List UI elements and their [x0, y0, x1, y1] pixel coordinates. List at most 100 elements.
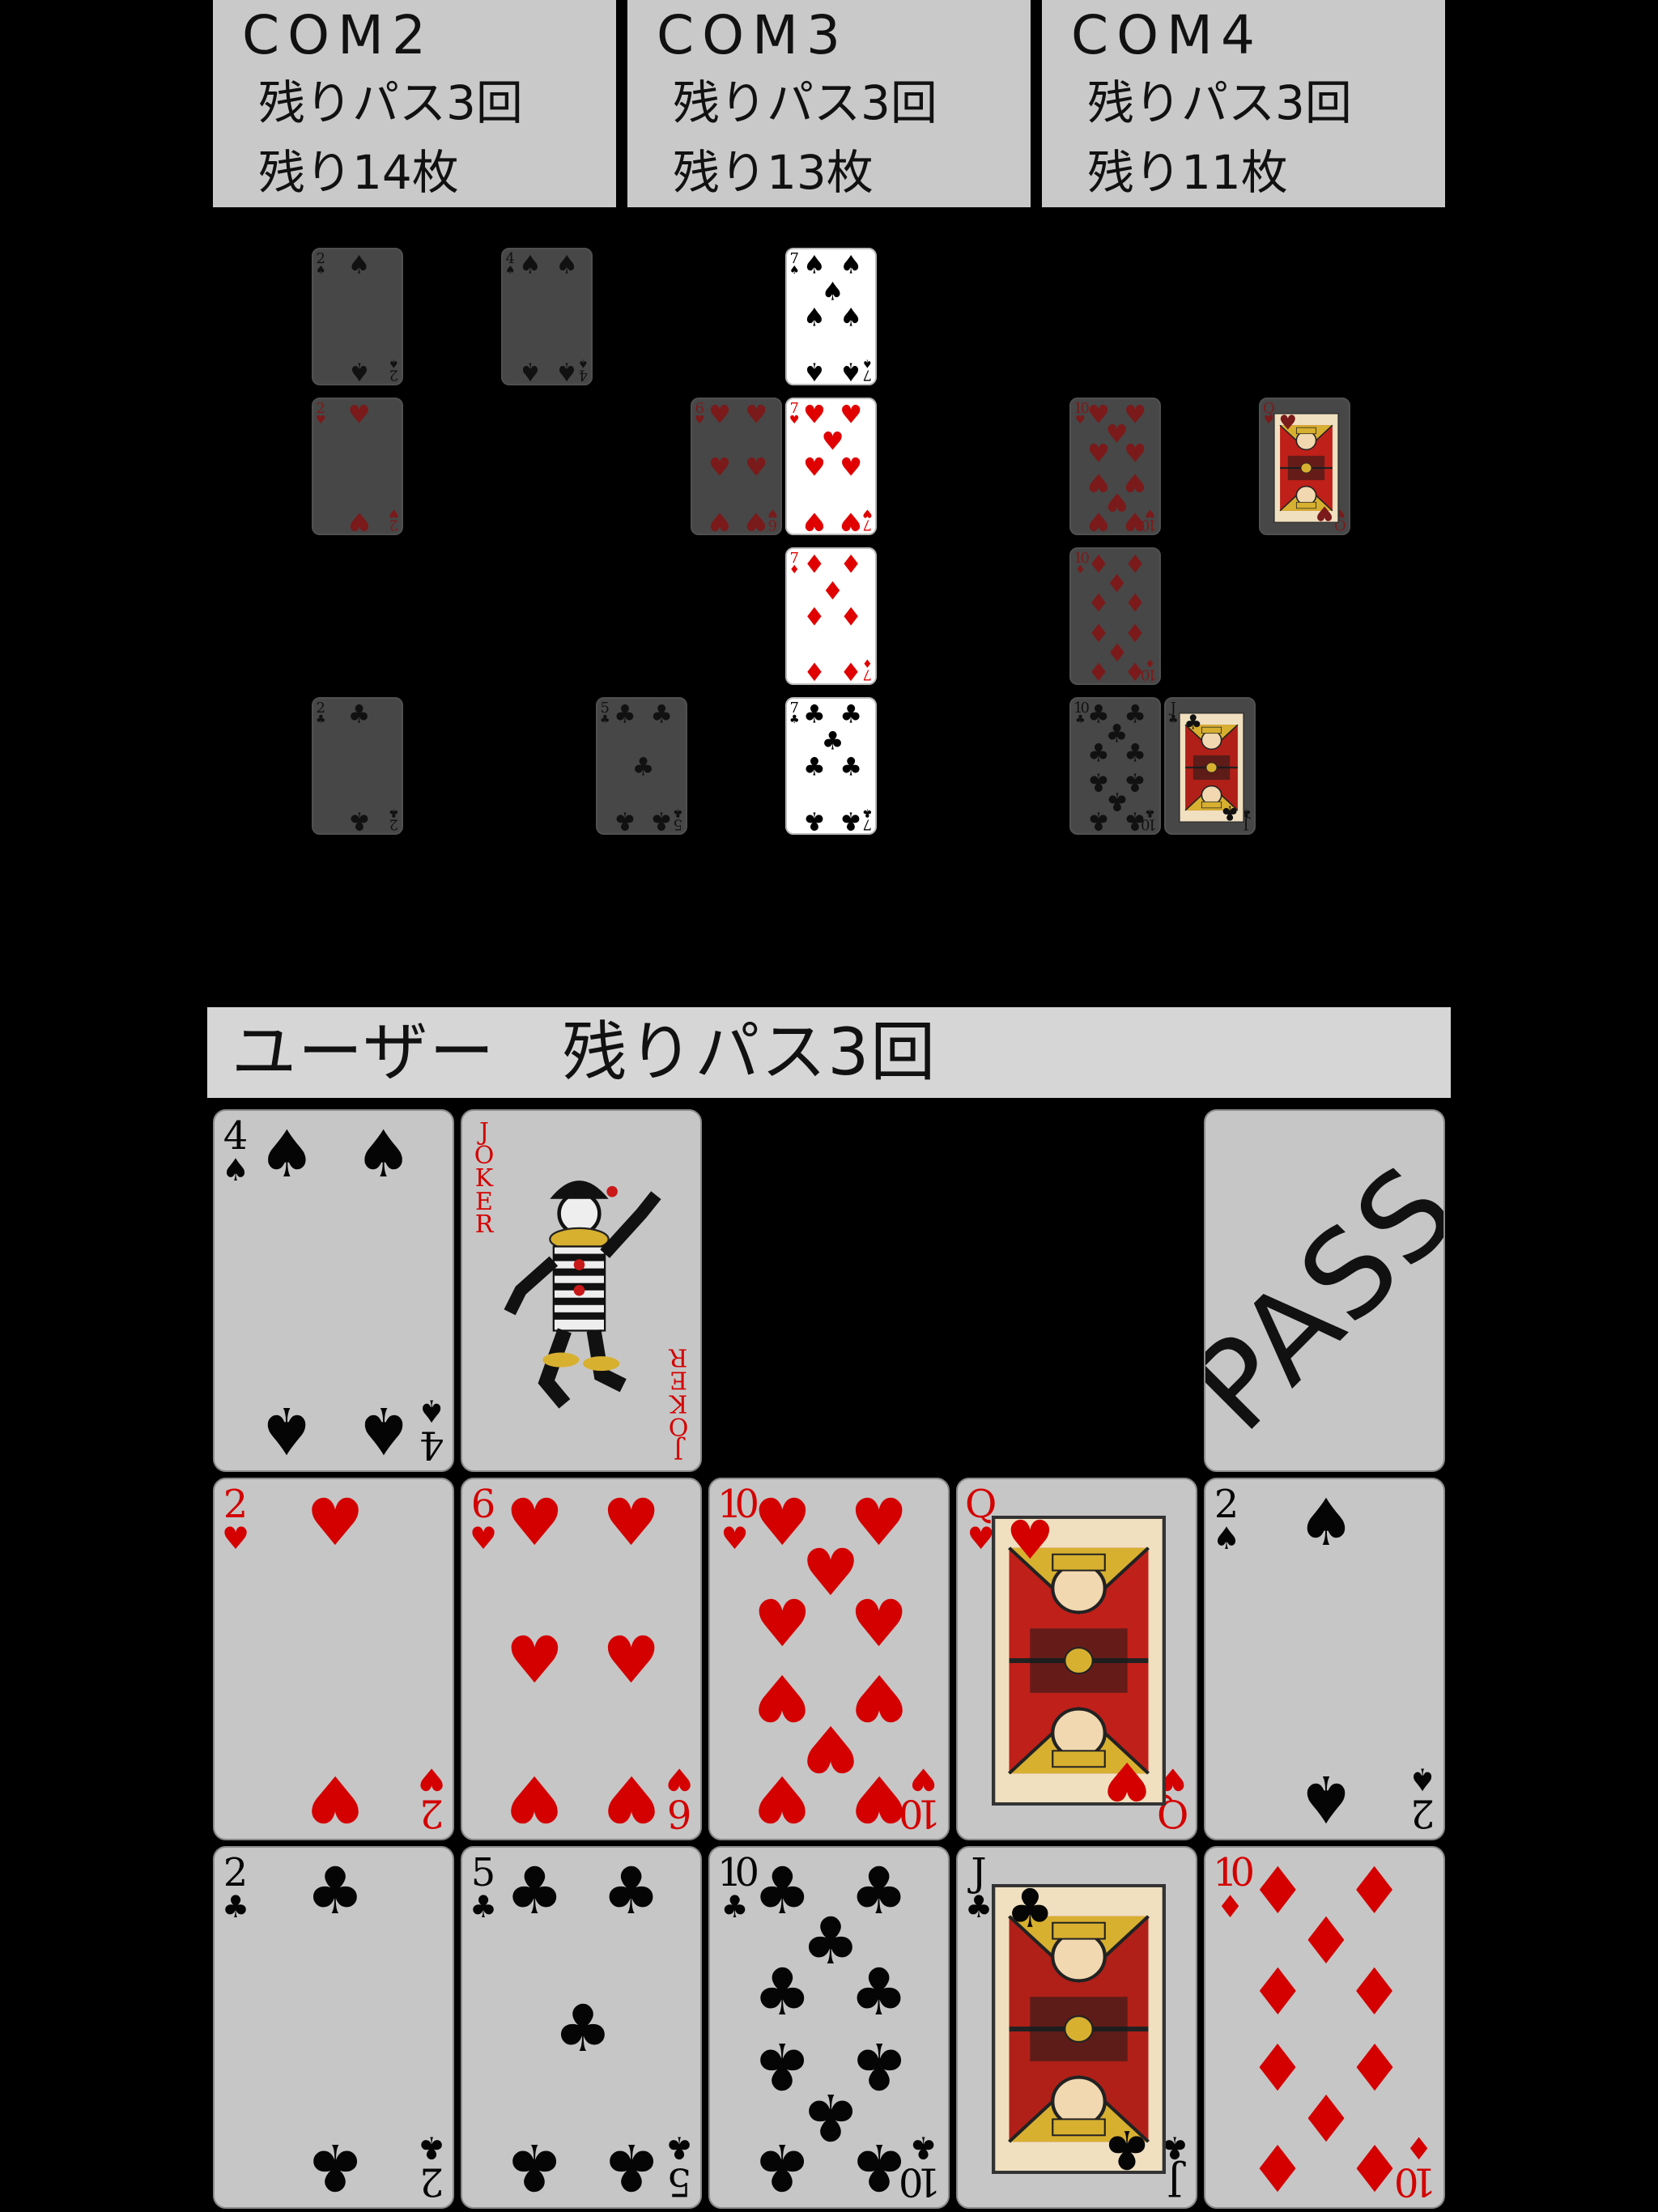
board-card-diamond-10: 10 ♦ 10 ♦ ♦ ♦ ♦ ♦ ♦ ♦ ♦ ♦ ♦ ♦ — [1069, 547, 1161, 685]
heart-icon: ♥ — [721, 1520, 749, 1556]
spade-icon: ♠ — [1213, 1520, 1241, 1556]
card-index-bottom: 2 ♥ — [418, 1762, 445, 1836]
diamond-icon: ♦ — [840, 656, 862, 685]
hand-card-club-10[interactable]: 10 ♣ 10 ♣ ♣ ♣ ♣ ♣ ♣ ♣ ♣ ♣ ♣ ♣ — [708, 1846, 950, 2209]
heart-icon: ♥ — [470, 1520, 498, 1556]
club-icon: ♣ — [1124, 806, 1146, 835]
club-icon: ♣ — [802, 806, 826, 835]
diamond-icon: ♦ — [1086, 589, 1110, 619]
heart-icon: ♥ — [347, 400, 371, 430]
spade-icon: ♠ — [518, 356, 542, 385]
spade-icon: ♠ — [354, 1116, 413, 1192]
club-icon: ♣ — [505, 2129, 564, 2206]
card-index-bottom: 2 ♥ — [389, 506, 399, 533]
heart-icon: ♥ — [849, 1761, 908, 1837]
heart-icon: ♥ — [306, 1484, 364, 1560]
com4-cards-remaining: 残り11枚 — [1087, 145, 1288, 200]
heart-icon: ♥ — [1005, 1509, 1054, 1572]
heart-icon: ♥ — [1075, 414, 1086, 428]
spade-icon: ♠ — [789, 264, 800, 278]
card-rank: 2 — [389, 516, 399, 533]
club-icon: ♣ — [602, 2129, 661, 2206]
board-card-heart-10: 10 ♥ 10 ♥ ♥ ♥ ♥ ♥ ♥ ♥ ♥ ♥ ♥ ♥ — [1069, 398, 1161, 535]
card-index-top: 10 ♦ — [1213, 1853, 1255, 1925]
spade-icon: ♠ — [518, 250, 542, 280]
card-rank: 7 — [863, 815, 873, 832]
hand-card-heart-2[interactable]: 2 ♥ 2 ♥ ♥ ♥ — [213, 1478, 454, 1840]
club-icon: ♣ — [650, 806, 673, 835]
pass-button[interactable]: PASS — [1204, 1109, 1445, 1472]
diamond-icon: ♦ — [1124, 589, 1146, 619]
card-index-top: 7 ♠ — [789, 251, 800, 278]
card-index-top: 2 ♥ — [316, 401, 326, 426]
board-card-club-10: 10 ♣ 10 ♣ ♣ ♣ ♣ ♣ ♣ ♣ ♣ ♣ ♣ ♣ — [1069, 697, 1161, 835]
card-index-bottom: 4 ♠ — [418, 1393, 445, 1468]
spade-icon: ♠ — [840, 356, 862, 385]
card-index-top: 7 ♣ — [789, 700, 800, 725]
spade-icon: ♠ — [389, 355, 399, 369]
heart-icon: ♥ — [602, 1484, 661, 1560]
card-index-top: 6 ♥ — [470, 1485, 498, 1556]
card-index-top: 10 ♥ — [717, 1485, 759, 1556]
com4-panel: COM4 残りパス3回 残り11枚 — [1042, 0, 1445, 207]
diamond-icon: ♦ — [802, 656, 826, 685]
diamond-icon: ♦ — [821, 576, 844, 606]
spade-icon: ♠ — [802, 356, 826, 385]
diamond-icon: ♦ — [1248, 2129, 1307, 2206]
joker-illustration — [491, 1155, 674, 1437]
hand-card-club-2[interactable]: 2 ♣ 2 ♣ ♣ ♣ — [213, 1846, 454, 2209]
card-index-bottom: 5 ♣ — [673, 806, 683, 832]
card-index-bottom: 7 ♣ — [862, 806, 873, 832]
spade-icon: ♠ — [555, 356, 578, 385]
heart-icon: ♥ — [602, 1623, 661, 1698]
hand-card-diamond-10[interactable]: 10 ♦ 10 ♦ ♦ ♦ ♦ ♦ ♦ ♦ ♦ ♦ ♦ ♦ — [1204, 1846, 1445, 2209]
diamond-icon: ♦ — [1248, 1955, 1307, 2031]
card-index-bottom: 2 ♠ — [1409, 1762, 1436, 1836]
club-icon: ♣ — [840, 752, 862, 782]
club-icon: ♣ — [505, 1853, 564, 1929]
card-index-top: 10 ♥ — [1073, 401, 1090, 428]
diamond-icon: ♦ — [802, 550, 826, 580]
heart-icon: ♥ — [708, 453, 731, 483]
club-icon: ♣ — [1103, 2117, 1151, 2180]
card-index-bottom: 10 ♥ — [906, 1762, 941, 1836]
club-icon: ♣ — [602, 1853, 661, 1929]
hand-card-spade-2[interactable]: 2 ♠ 2 ♠ ♠ ♠ — [1204, 1478, 1445, 1840]
club-icon: ♣ — [849, 1955, 908, 2031]
card-index-bottom: 4 ♠ — [578, 355, 589, 383]
heart-icon: ♥ — [802, 506, 826, 535]
card-index-top: 7 ♦ — [789, 551, 800, 576]
hand-card-heart-6[interactable]: 6 ♥ 6 ♥ ♥ ♥ ♥ ♥ ♥ ♥ — [461, 1478, 702, 1840]
card-rank: 10 — [1401, 2159, 1436, 2205]
card-rank: 6 — [666, 1791, 692, 1836]
hand-card-spade-4[interactable]: 4 ♠ 4 ♠ ♠ ♠ ♠ ♠ — [213, 1109, 454, 1472]
diamond-icon: ♦ — [789, 564, 800, 577]
spade-icon: ♠ — [578, 355, 589, 369]
board-card-heart-q: Q ♥ Q ♥ ♥ ♥ — [1259, 398, 1350, 535]
diamond-icon: ♦ — [1075, 564, 1086, 577]
spade-icon: ♠ — [555, 250, 578, 280]
club-icon: ♣ — [650, 700, 673, 730]
hand-card-club-j[interactable]: J ♣ J ♣ ♣ ♣ — [956, 1846, 1197, 2209]
hand-card-heart-10[interactable]: 10 ♥ 10 ♥ ♥ ♥ ♥ ♥ ♥ ♥ ♥ ♥ ♥ ♥ — [708, 1478, 950, 1840]
diamond-icon: ♦ — [1216, 1888, 1244, 1925]
card-index-top: 10 ♣ — [1073, 700, 1090, 725]
board-card-club-5: 5 ♣ 5 ♣ ♣ ♣ ♣ ♣ ♣ — [596, 697, 687, 835]
hand-card-club-5[interactable]: 5 ♣ 5 ♣ ♣ ♣ ♣ ♣ ♣ — [461, 1846, 702, 2209]
heart-icon: ♥ — [862, 505, 873, 519]
club-icon: ♣ — [600, 713, 610, 727]
hand-card-heart-q[interactable]: Q ♥ Q ♥ ♥ ♥ — [956, 1478, 1197, 1840]
spade-icon: ♠ — [222, 1151, 250, 1188]
hand-card-joker-joker[interactable]: JOKER JOKER — [461, 1109, 702, 1472]
diamond-icon: ♦ — [840, 602, 862, 632]
card-index-top: 2 ♠ — [1213, 1482, 1241, 1556]
card-rank: 2 — [419, 1791, 444, 1836]
com2-panel: COM2 残りパス3回 残り14枚 — [213, 0, 616, 207]
card-rank: 2 — [1214, 1482, 1239, 1527]
card-index-top: 2 ♥ — [222, 1485, 249, 1553]
club-icon: ♣ — [1086, 806, 1110, 835]
heart-icon: ♥ — [708, 400, 731, 430]
club-icon: ♣ — [1005, 1878, 1054, 1941]
card-index-top: 5 ♣ — [470, 1853, 497, 1921]
diamond-icon: ♦ — [802, 602, 826, 632]
